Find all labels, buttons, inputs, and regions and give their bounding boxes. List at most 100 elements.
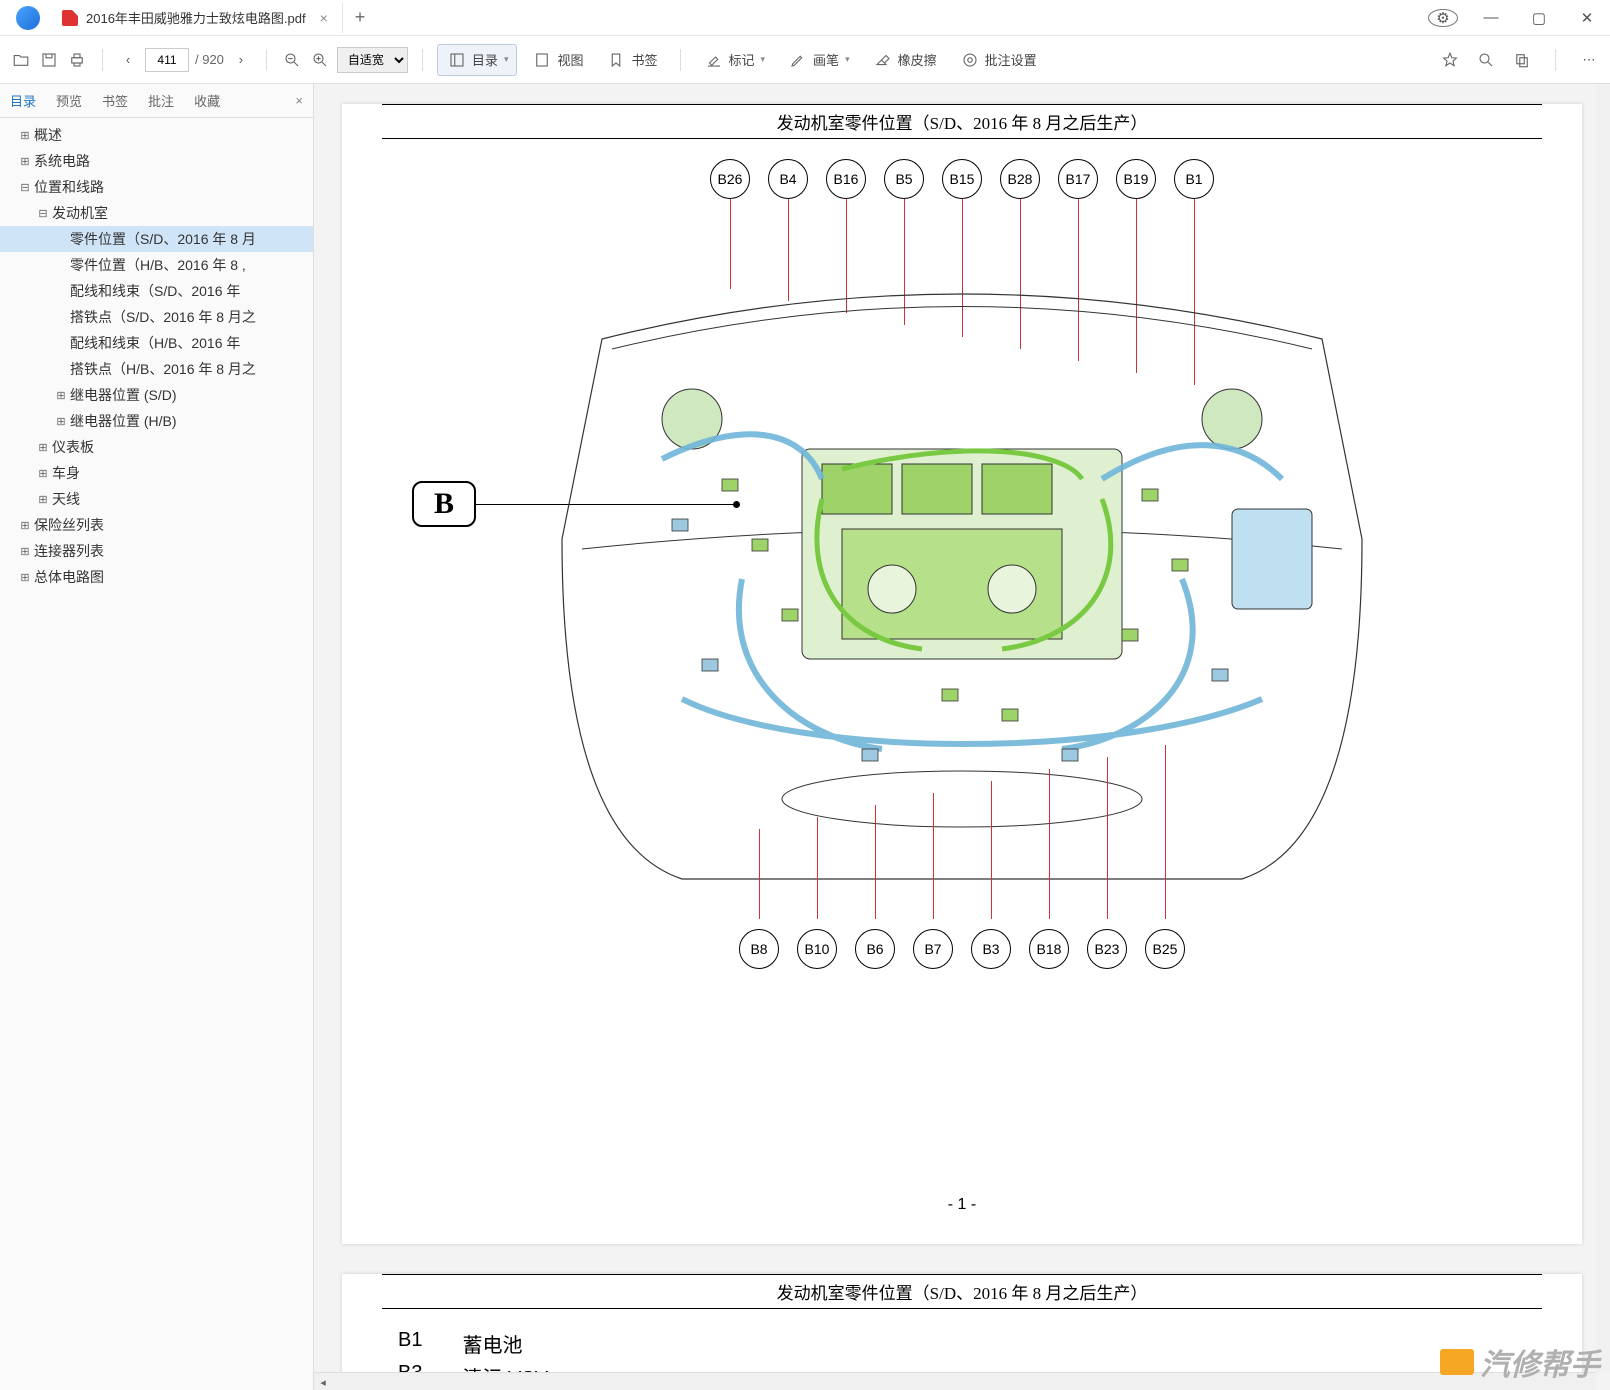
tree-item[interactable]: ⊞系统电路 bbox=[0, 148, 313, 174]
tree-item[interactable]: 配线和线束（S/D、2016 年 bbox=[0, 278, 313, 304]
tree-label: 继电器位置 (H/B) bbox=[70, 411, 177, 431]
mark-icon bbox=[703, 49, 725, 71]
tree-label: 总体电路图 bbox=[34, 567, 104, 587]
tree-twisty[interactable]: ⊞ bbox=[36, 467, 50, 480]
tree-twisty[interactable]: ⊞ bbox=[18, 155, 32, 168]
tree-item[interactable]: ⊞保险丝列表 bbox=[0, 512, 313, 538]
tree-twisty[interactable]: ⊞ bbox=[54, 415, 68, 428]
document-tab[interactable]: 2016年丰田威驰雅力士致炫电路图.pdf × bbox=[48, 2, 343, 33]
tree-label: 配线和线束（S/D、2016 年 bbox=[70, 281, 240, 301]
star-icon[interactable] bbox=[1439, 49, 1461, 71]
mark-button[interactable]: 标记 ▾ bbox=[695, 45, 774, 75]
bookmark-icon bbox=[605, 49, 627, 71]
tree-item[interactable]: ⊞继电器位置 (H/B) bbox=[0, 408, 313, 434]
watermark-icon bbox=[1440, 1349, 1474, 1375]
print-icon[interactable] bbox=[66, 49, 88, 71]
zoom-in-icon[interactable] bbox=[309, 49, 331, 71]
settings-icon[interactable]: ⚙ bbox=[1428, 9, 1458, 27]
tree-twisty[interactable]: ⊞ bbox=[36, 441, 50, 454]
tree-item[interactable]: ⊞继电器位置 (S/D) bbox=[0, 382, 313, 408]
lead-line bbox=[1165, 745, 1166, 919]
tree-item[interactable]: 配线和线束（H/B、2016 年 bbox=[0, 330, 313, 356]
tree-twisty[interactable]: ⊞ bbox=[18, 545, 32, 558]
outline-button[interactable]: 目录 ▾ bbox=[437, 44, 518, 76]
connector-label-b23: B23 bbox=[1087, 929, 1127, 969]
pen-icon bbox=[787, 49, 809, 71]
sidebar: 目录 预览 书签 批注 收藏 × ⊞概述⊞系统电路⊟位置和线路⊟发动机室零件位置… bbox=[0, 84, 314, 1390]
tree-item[interactable]: ⊞连接器列表 bbox=[0, 538, 313, 564]
copy-icon[interactable] bbox=[1511, 49, 1533, 71]
zoom-out-icon[interactable] bbox=[281, 49, 303, 71]
new-tab-button[interactable]: + bbox=[343, 7, 378, 28]
connector-label-b25: B25 bbox=[1145, 929, 1185, 969]
tree-item[interactable]: ⊞仪表板 bbox=[0, 434, 313, 460]
connector-label-b17: B17 bbox=[1058, 159, 1098, 199]
tree-twisty[interactable]: ⊟ bbox=[18, 181, 32, 194]
tree-twisty[interactable]: ⊞ bbox=[18, 519, 32, 532]
lead-line bbox=[730, 199, 731, 289]
search-icon[interactable] bbox=[1475, 49, 1497, 71]
sidebar-close-icon[interactable]: × bbox=[285, 93, 313, 108]
tree-label: 发动机室 bbox=[52, 203, 108, 223]
zoom-select[interactable]: 自适宽 bbox=[337, 47, 408, 73]
tree-label: 继电器位置 (S/D) bbox=[70, 385, 177, 405]
prev-page-icon[interactable]: ‹ bbox=[117, 49, 139, 71]
view-icon bbox=[531, 49, 553, 71]
connector-label-b10: B10 bbox=[797, 929, 837, 969]
connector-label-b1: B1 bbox=[1174, 159, 1214, 199]
tree-twisty[interactable]: ⊟ bbox=[36, 207, 50, 220]
page-input[interactable] bbox=[145, 48, 189, 72]
horizontal-scrollbar[interactable]: ◂ bbox=[314, 1372, 1596, 1390]
save-icon[interactable] bbox=[38, 49, 60, 71]
tab-annotations[interactable]: 批注 bbox=[138, 91, 184, 110]
tree-label: 搭铁点（H/B、2016 年 8 月之 bbox=[70, 359, 256, 379]
tree-twisty[interactable]: ⊞ bbox=[18, 571, 32, 584]
pen-button[interactable]: 画笔 ▾ bbox=[779, 45, 858, 75]
more-icon[interactable]: ⋯ bbox=[1578, 49, 1600, 71]
eraser-button[interactable]: 橡皮擦 bbox=[864, 45, 945, 75]
tree-item[interactable]: ⊟位置和线路 bbox=[0, 174, 313, 200]
titlebar: 2016年丰田威驰雅力士致炫电路图.pdf × + ⚙ — ▢ ✕ bbox=[0, 0, 1610, 36]
view-button[interactable]: 视图 bbox=[523, 45, 591, 75]
close-window-icon[interactable]: ✕ bbox=[1572, 9, 1602, 27]
tree-twisty[interactable]: ⊞ bbox=[18, 129, 32, 142]
scroll-left-icon[interactable]: ◂ bbox=[314, 1374, 332, 1390]
tree-item[interactable]: ⊞车身 bbox=[0, 460, 313, 486]
tree-label: 天线 bbox=[52, 489, 80, 509]
tree-label: 连接器列表 bbox=[34, 541, 104, 561]
close-icon[interactable]: × bbox=[320, 10, 328, 26]
tree-item[interactable]: 搭铁点（H/B、2016 年 8 月之 bbox=[0, 356, 313, 382]
open-icon[interactable] bbox=[10, 49, 32, 71]
pen-label: 画笔 bbox=[813, 50, 839, 69]
tree-item[interactable]: ⊞概述 bbox=[0, 122, 313, 148]
anno-settings-label: 批注设置 bbox=[985, 50, 1037, 69]
tab-title: 2016年丰田威驰雅力士致炫电路图.pdf bbox=[86, 8, 306, 27]
tab-preview[interactable]: 预览 bbox=[46, 91, 92, 110]
next-page-icon[interactable]: › bbox=[230, 49, 252, 71]
bookmark-button[interactable]: 书签 bbox=[597, 45, 665, 75]
tree-item[interactable]: ⊞总体电路图 bbox=[0, 564, 313, 590]
maximize-icon[interactable]: ▢ bbox=[1524, 9, 1554, 27]
lead-line bbox=[1049, 769, 1050, 919]
anno-settings-button[interactable]: 批注设置 bbox=[951, 45, 1045, 75]
parts-row: B1蓄电池 bbox=[398, 1327, 1526, 1360]
tree-twisty[interactable]: ⊞ bbox=[36, 493, 50, 506]
tree-item[interactable]: 搭铁点（S/D、2016 年 8 月之 bbox=[0, 304, 313, 330]
minimize-icon[interactable]: — bbox=[1476, 9, 1506, 26]
tree-item[interactable]: ⊟发动机室 bbox=[0, 200, 313, 226]
tree-item[interactable]: ⊞天线 bbox=[0, 486, 313, 512]
lead-line bbox=[933, 793, 934, 919]
content-area[interactable]: 发动机室零件位置（S/D、2016 年 8 月之后生产） B26B4B16B5B… bbox=[314, 84, 1610, 1390]
engine-illustration bbox=[542, 279, 1382, 919]
tree-item[interactable]: 零件位置（H/B、2016 年 8 , bbox=[0, 252, 313, 278]
tab-bookmarks[interactable]: 书签 bbox=[92, 91, 138, 110]
tree-twisty[interactable]: ⊞ bbox=[54, 389, 68, 402]
tree-item[interactable]: 零件位置（S/D、2016 年 8 月 bbox=[0, 226, 313, 252]
tree-label: 仪表板 bbox=[52, 437, 94, 457]
part-name: 蓄电池 bbox=[462, 1329, 522, 1358]
vertical-scrollbar[interactable] bbox=[1596, 84, 1610, 1372]
lead-line bbox=[759, 829, 760, 919]
tree-label: 配线和线束（H/B、2016 年 bbox=[70, 333, 240, 353]
tab-outline[interactable]: 目录 bbox=[0, 91, 46, 110]
tab-favorites[interactable]: 收藏 bbox=[184, 91, 230, 110]
